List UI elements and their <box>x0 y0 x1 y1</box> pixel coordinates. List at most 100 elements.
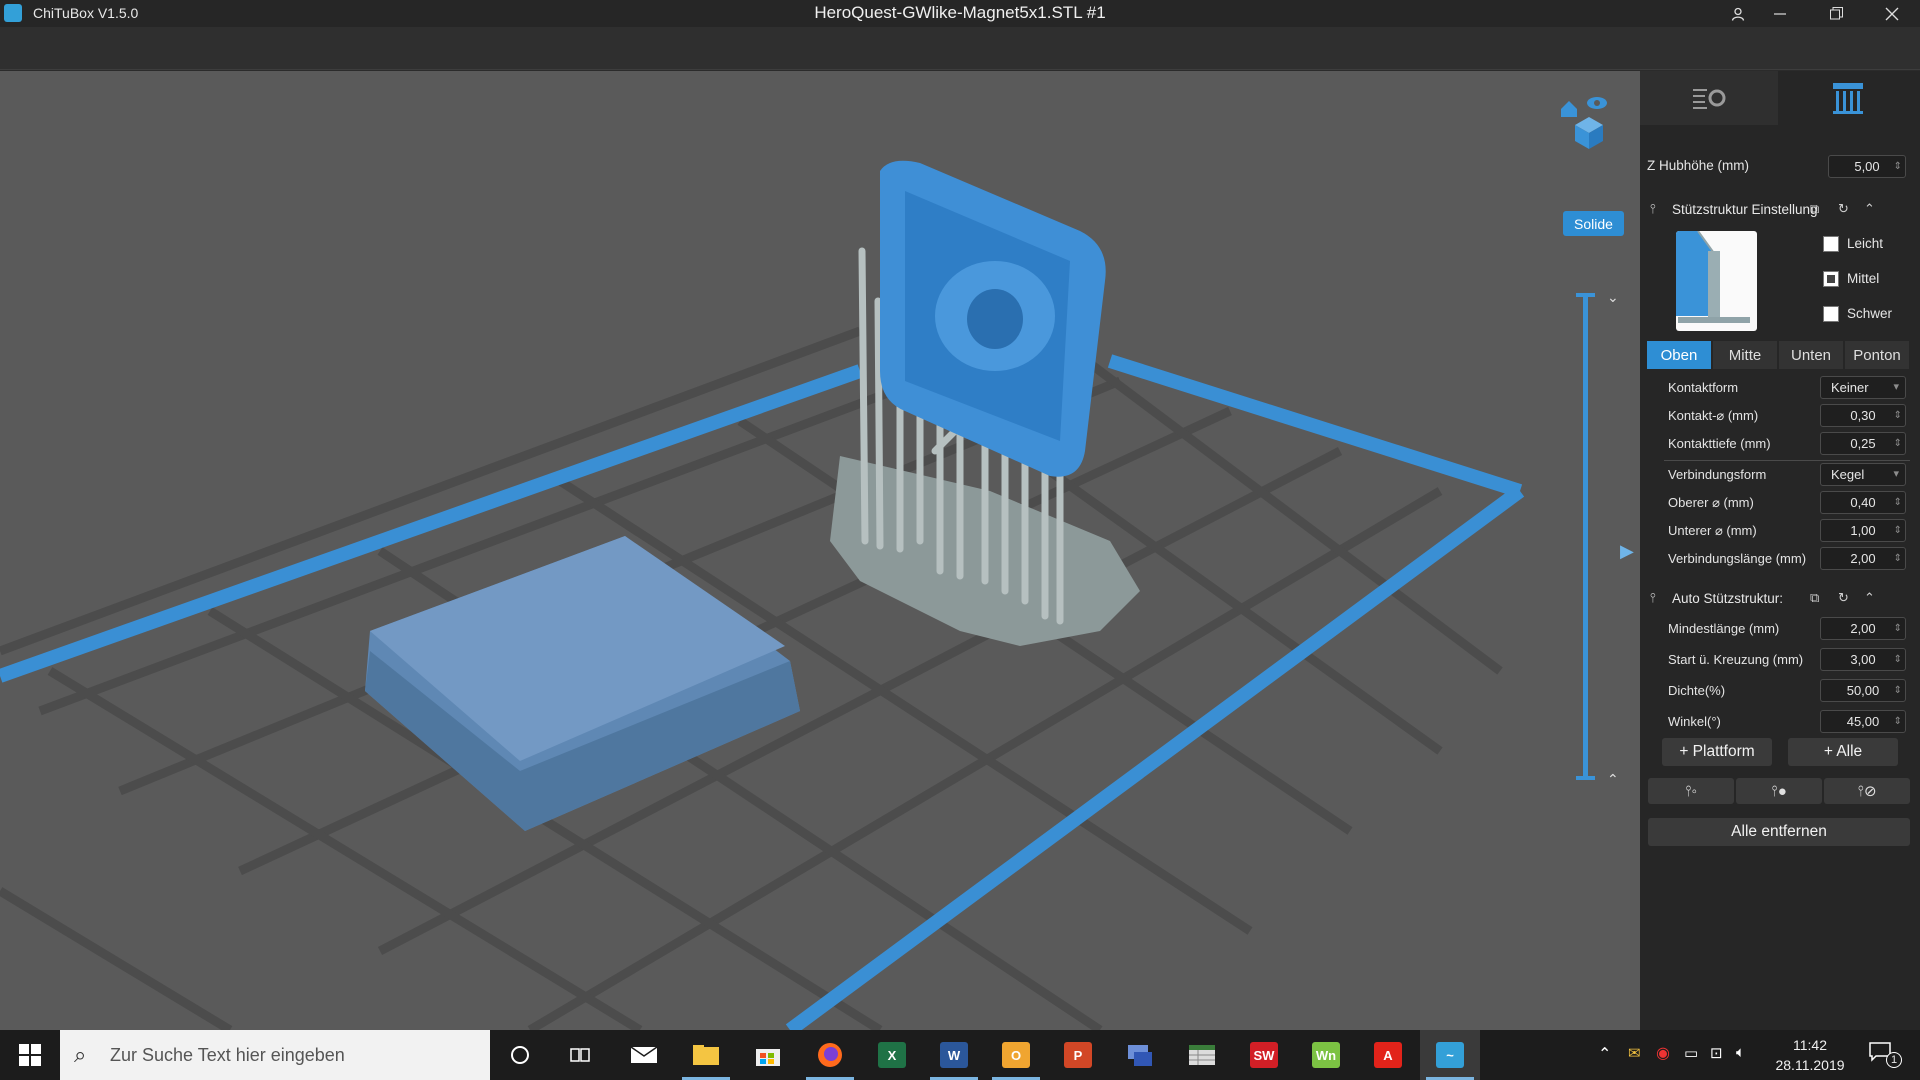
chitubox-taskbar-button[interactable]: ~ <box>1420 1030 1480 1080</box>
solid-mode-button[interactable]: Solide <box>1563 211 1624 236</box>
collapse-panel-arrow-icon[interactable]: ▶ <box>1620 541 1634 562</box>
export-icon[interactable]: ⧉ <box>1810 201 1819 217</box>
subtab-bottom[interactable]: Unten <box>1779 341 1843 369</box>
preset-heavy-checkbox[interactable] <box>1823 306 1839 322</box>
user-account-icon[interactable] <box>1718 0 1758 27</box>
task-view-icon <box>570 1048 590 1062</box>
spreadsheet-app-button[interactable] <box>1172 1030 1232 1080</box>
clock-date[interactable]: 28.11.2019 <box>1768 1057 1852 1073</box>
restore-button[interactable] <box>1816 0 1856 27</box>
layer-slider[interactable] <box>1583 295 1588 778</box>
subtab-raft[interactable]: Ponton <box>1845 341 1909 369</box>
network-icon[interactable]: ⊡ <box>1710 1044 1723 1062</box>
winmerge-button[interactable]: Wn <box>1296 1030 1356 1080</box>
store-button[interactable] <box>738 1030 798 1080</box>
tab-support-structure[interactable] <box>1779 71 1917 125</box>
start-crossing-input[interactable]: 3,00 <box>1820 648 1906 671</box>
windows-logo-icon <box>19 1044 41 1066</box>
support-line-tool-button[interactable]: ⫯● <box>1736 778 1822 804</box>
support-remove-tool-button[interactable]: ⫯⊘ <box>1824 778 1910 804</box>
tray-acrobat-icon[interactable]: ◉ <box>1656 1043 1670 1063</box>
support-point-icon: ⫯◦ <box>1685 782 1697 800</box>
contact-depth-input[interactable]: 0,25 <box>1820 432 1906 455</box>
add-platform-supports-button[interactable]: + Plattform <box>1662 738 1772 766</box>
view-cube-icon[interactable] <box>1555 91 1619 155</box>
subtab-top[interactable]: Oben <box>1647 341 1711 369</box>
angle-input[interactable]: 45,00 <box>1820 710 1906 733</box>
start-button[interactable] <box>0 1030 60 1080</box>
clock-time[interactable]: 11:42 <box>1774 1037 1846 1053</box>
preset-light-label: Leicht <box>1847 236 1884 251</box>
title-bar: ChiTuBox V1.5.0 HeroQuest-GWlike-Magnet5… <box>0 0 1920 27</box>
contact-shape-label: Kontaktform <box>1668 380 1739 395</box>
contact-shape-select[interactable]: Keiner <box>1820 376 1906 399</box>
acrobat-button[interactable]: A <box>1358 1030 1418 1080</box>
preset-medium-label: Mittel <box>1847 271 1880 286</box>
refresh-icon[interactable]: ↻ <box>1838 590 1849 606</box>
excel-button[interactable]: X <box>862 1030 922 1080</box>
density-input[interactable]: 50,00 <box>1820 679 1906 702</box>
preset-medium-checkbox[interactable] <box>1823 271 1839 287</box>
volume-icon[interactable]: 🔈︎ <box>1736 1044 1745 1061</box>
lower-diameter-input[interactable]: 1,00 <box>1820 519 1906 542</box>
refresh-icon[interactable]: ↻ <box>1838 201 1849 217</box>
task-view-button[interactable] <box>550 1030 610 1080</box>
chevron-up-icon[interactable]: ⌃ <box>1607 771 1619 788</box>
layer-slider-bottom-handle[interactable] <box>1576 776 1595 780</box>
mail-app-button[interactable] <box>614 1030 674 1080</box>
file-explorer-button[interactable] <box>676 1030 736 1080</box>
taskbar-search-box[interactable]: ⌕ Zur Suche Text hier eingeben <box>60 1030 490 1080</box>
support-point-tool-button[interactable]: ⫯◦ <box>1648 778 1734 804</box>
tray-overflow-chevron-icon[interactable]: ⌃ <box>1598 1044 1611 1064</box>
solidworks-icon: SW <box>1250 1042 1278 1068</box>
tray-mail-icon[interactable]: ✉ <box>1628 1044 1641 1062</box>
solidworks-button[interactable]: SW <box>1234 1030 1294 1080</box>
angle-label: Winkel(°) <box>1668 714 1721 729</box>
subtab-middle[interactable]: Mitte <box>1713 341 1777 369</box>
firefox-button[interactable] <box>800 1030 860 1080</box>
connection-length-input[interactable]: 2,00 <box>1820 547 1906 570</box>
powerpoint-button[interactable]: P <box>1048 1030 1108 1080</box>
notification-count-badge: 1 <box>1886 1052 1902 1068</box>
z-lift-input[interactable]: 5,00 <box>1828 155 1906 178</box>
support-remove-icon: ⫯⊘ <box>1857 783 1877 800</box>
action-center-button[interactable]: 1 <box>1868 1040 1908 1070</box>
cortana-icon <box>511 1046 529 1064</box>
remove-all-supports-button[interactable]: Alle entfernen <box>1648 818 1910 846</box>
min-length-label: Mindestlänge (mm) <box>1668 621 1780 636</box>
network-app-button[interactable] <box>1110 1030 1170 1080</box>
3d-viewport[interactable]: Solide ⌄ ⌃ ▶ <box>0 71 1640 1030</box>
firefox-icon <box>818 1043 842 1067</box>
support-preview-image <box>1676 231 1757 331</box>
export-icon[interactable]: ⧉ <box>1810 590 1819 606</box>
build-plate-scene <box>0 160 1525 1030</box>
excel-icon: X <box>878 1042 906 1068</box>
chitubox-icon: ~ <box>1436 1042 1464 1068</box>
store-icon <box>756 1049 780 1066</box>
minimize-button[interactable] <box>1760 0 1800 27</box>
close-button[interactable] <box>1872 0 1912 27</box>
connection-shape-select[interactable]: Kegel <box>1820 463 1906 486</box>
support-settings-header: ⫯ Stützstruktur Einstellung ⧉ ↻ ⌃ <box>1650 197 1910 223</box>
start-crossing-label: Start ü. Kreuzung (mm) <box>1668 652 1804 667</box>
mail-icon <box>630 1046 658 1063</box>
preset-light-checkbox[interactable] <box>1823 236 1839 252</box>
chevron-down-icon[interactable]: ⌄ <box>1607 289 1619 306</box>
upper-diameter-input[interactable]: 0,40 <box>1820 491 1906 514</box>
collapse-icon[interactable]: ⌃ <box>1864 590 1875 606</box>
word-button[interactable]: W <box>924 1030 984 1080</box>
network-app-icon <box>1128 1045 1152 1066</box>
toolbar-strip <box>0 27 1920 70</box>
support-settings-title: Stützstruktur Einstellung <box>1672 202 1818 217</box>
battery-icon[interactable]: ▭ <box>1684 1044 1698 1062</box>
min-length-input[interactable]: 2,00 <box>1820 617 1906 640</box>
tab-print-settings[interactable] <box>1640 71 1778 125</box>
add-all-supports-button[interactable]: + Alle <box>1788 738 1898 766</box>
support-line-icon: ⫯● <box>1771 782 1787 800</box>
layer-slider-top-handle[interactable] <box>1576 293 1595 297</box>
collapse-icon[interactable]: ⌃ <box>1864 201 1875 217</box>
contact-diameter-input[interactable]: 0,30 <box>1820 404 1906 427</box>
cortana-button[interactable] <box>490 1030 550 1080</box>
windows-taskbar: ⌕ Zur Suche Text hier eingeben X W O P S… <box>0 1030 1920 1080</box>
outlook-button[interactable]: O <box>986 1030 1046 1080</box>
